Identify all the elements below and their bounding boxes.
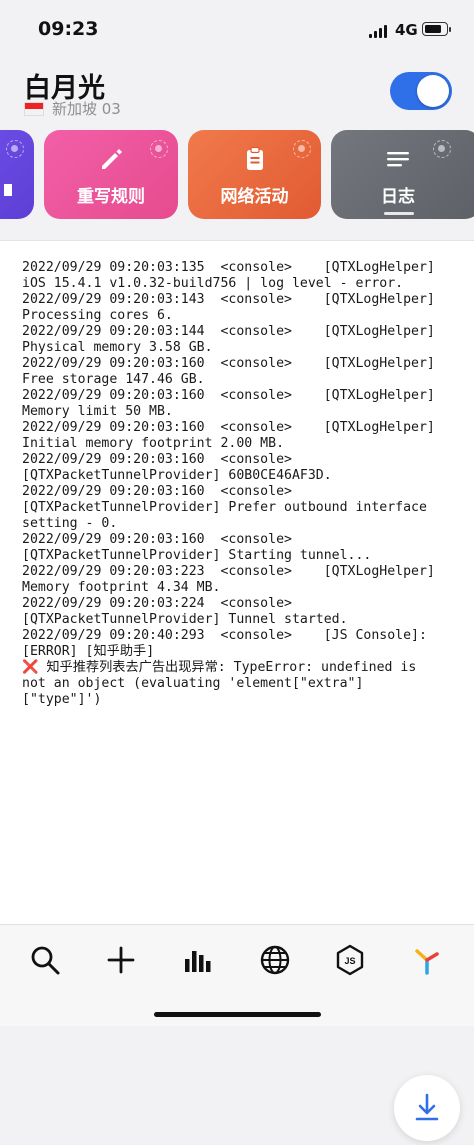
card-rewrite-rules[interactable]: 重写规则 <box>44 130 178 219</box>
log-text: 2022/09/29 09:20:03:135 <console> [QTXLo… <box>22 260 464 708</box>
download-icon <box>415 1093 439 1121</box>
status-time: 09:23 <box>38 18 99 40</box>
card-partial[interactable] <box>0 130 34 219</box>
card-logs[interactable]: 日志 <box>331 130 474 219</box>
clipboard-icon <box>246 146 263 170</box>
card-label: 日志 <box>381 187 415 207</box>
log-line: 2022/09/29 09:20:03:160 <console> [QTXLo… <box>22 388 435 403</box>
log-lines: 2022/09/29 09:20:03:135 <console> [QTXLo… <box>22 260 435 659</box>
selected-indicator <box>384 212 414 215</box>
globe-icon[interactable] <box>258 943 292 977</box>
error-line: not an object (evaluating 'element["extr… <box>22 676 364 691</box>
tab-bar: JS <box>0 924 474 1026</box>
log-line: 2022/09/29 09:20:03:160 <console> <box>22 484 292 499</box>
log-line: Memory limit 50 MB. <box>22 404 173 419</box>
svg-text:JS: JS <box>344 956 355 966</box>
log-line: [QTXPacketTunnelProvider] Starting tunne… <box>22 548 372 563</box>
card-indicator-icon <box>6 140 24 158</box>
log-line: setting - 0. <box>22 516 118 531</box>
log-line: iOS 15.4.1 v1.0.32-build756 | log level … <box>22 276 404 291</box>
log-line: Free storage 147.46 GB. <box>22 372 205 387</box>
partial-card-icon <box>4 184 12 196</box>
error-line: ["type"]') <box>22 692 102 707</box>
log-line: 2022/09/29 09:20:03:135 <console> [QTXLo… <box>22 260 435 275</box>
log-line: 2022/09/29 09:20:03:144 <console> [QTXLo… <box>22 324 435 339</box>
download-button[interactable] <box>394 1075 460 1141</box>
home-indicator <box>154 1012 321 1017</box>
status-bar: 09:23 4G <box>0 0 474 56</box>
server-name: 新加坡 03 <box>52 100 121 118</box>
search-icon[interactable] <box>28 943 62 977</box>
card-network-activity[interactable]: 网络活动 <box>188 130 321 219</box>
pencil-icon <box>102 149 122 169</box>
list-lines-icon <box>387 152 409 167</box>
log-line: Processing cores 6. <box>22 308 173 323</box>
network-type: 4G <box>395 21 418 39</box>
log-line: [QTXPacketTunnelProvider] Tunnel started… <box>22 612 348 627</box>
log-line: 2022/09/29 09:20:03:160 <console> <box>22 452 292 467</box>
battery-icon <box>422 22 451 36</box>
log-line: 2022/09/29 09:20:03:143 <console> [QTXLo… <box>22 292 435 307</box>
plus-icon[interactable] <box>104 943 138 977</box>
singapore-flag-icon <box>24 101 44 116</box>
log-line: 2022/09/29 09:20:03:160 <console> <box>22 532 292 547</box>
card-indicator-icon <box>433 140 451 158</box>
log-line: [ERROR] [知乎助手] <box>22 644 155 659</box>
log-line: Memory footprint 4.34 MB. <box>22 580 221 595</box>
log-panel[interactable]: 2022/09/29 09:20:03:135 <console> [QTXLo… <box>0 240 474 1141</box>
bar-chart-icon[interactable] <box>181 943 215 977</box>
card-indicator-icon <box>150 140 168 158</box>
log-line: [QTXPacketTunnelProvider] Prefer outboun… <box>22 500 427 515</box>
log-line: Initial memory footprint 2.00 MB. <box>22 436 285 451</box>
error-message: 知乎推荐列表去广告出现异常: TypeError: undefined is n… <box>22 660 416 707</box>
server-subtitle[interactable]: 新加坡 03 <box>24 98 121 119</box>
card-indicator-icon <box>293 140 311 158</box>
vpn-toggle[interactable] <box>390 72 452 110</box>
card-label: 重写规则 <box>77 187 145 207</box>
log-line: 2022/09/29 09:20:40:293 <console> [JS Co… <box>22 628 427 643</box>
toggle-knob <box>417 75 449 107</box>
log-line: [QTXPacketTunnelProvider] 60B0CE46AF3D. <box>22 468 332 483</box>
signal-icon <box>369 25 391 38</box>
app-logo-icon[interactable] <box>410 943 444 977</box>
log-line: 2022/09/29 09:20:03:160 <console> [QTXLo… <box>22 420 435 435</box>
log-line: 2022/09/29 09:20:03:224 <console> <box>22 596 292 611</box>
error-line: 知乎推荐列表去广告出现异常: TypeError: undefined is <box>46 660 417 675</box>
log-line: 2022/09/29 09:20:03:160 <console> [QTXLo… <box>22 356 435 371</box>
js-icon[interactable]: JS <box>333 943 367 977</box>
card-label: 网络活动 <box>220 187 289 207</box>
log-line: 2022/09/29 09:20:03:223 <console> [QTXLo… <box>22 564 435 579</box>
log-line: Physical memory 3.58 GB. <box>22 340 213 355</box>
error-icon: ❌ <box>22 660 39 675</box>
